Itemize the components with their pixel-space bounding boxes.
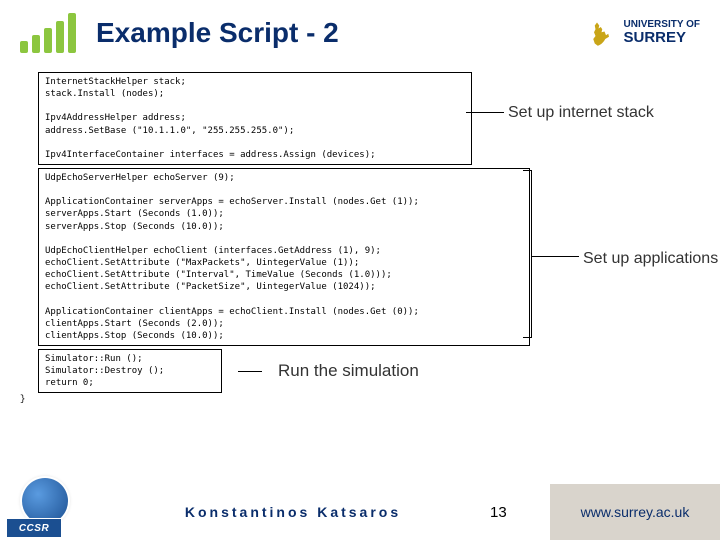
code-block-apps: UdpEchoServerHelper echoServer (9); Appl… xyxy=(38,168,530,346)
footer-url: www.surrey.ac.uk xyxy=(550,484,720,540)
page-number: 13 xyxy=(490,504,550,521)
slide-title: Example Script - 2 xyxy=(96,17,588,49)
code-block-run: Simulator::Run (); Simulator::Destroy ()… xyxy=(38,349,222,393)
annotation-apps: Set up applications xyxy=(583,248,718,270)
code-text-3: Simulator::Run (); Simulator::Destroy ()… xyxy=(45,353,215,389)
university-logo: UNIVERSITY OF SURREY xyxy=(588,18,701,48)
code-text-1: InternetStackHelper stack; stack.Install… xyxy=(45,76,465,161)
closing-brace: } xyxy=(20,393,695,405)
slide-header: Example Script - 2 UNIVERSITY OF SURREY xyxy=(0,0,720,62)
author-name: Konstantinos Katsaros xyxy=(96,504,490,520)
annotation-run: Run the simulation xyxy=(278,360,419,383)
annotation-stack: Set up internet stack xyxy=(508,102,654,124)
stag-icon xyxy=(588,18,618,48)
code-block-stack: InternetStackHelper stack; stack.Install… xyxy=(38,72,472,165)
slide-footer: CCSR Konstantinos Katsaros 13 www.surrey… xyxy=(0,484,720,540)
university-line2: SURREY xyxy=(624,30,701,47)
ccsr-label: CCSR xyxy=(6,518,62,538)
code-text-2: UdpEchoServerHelper echoServer (9); Appl… xyxy=(45,172,523,342)
ccsr-logo: CCSR xyxy=(0,484,96,540)
slide-content: InternetStackHelper stack; stack.Install… xyxy=(0,62,720,406)
bars-icon xyxy=(20,13,76,53)
